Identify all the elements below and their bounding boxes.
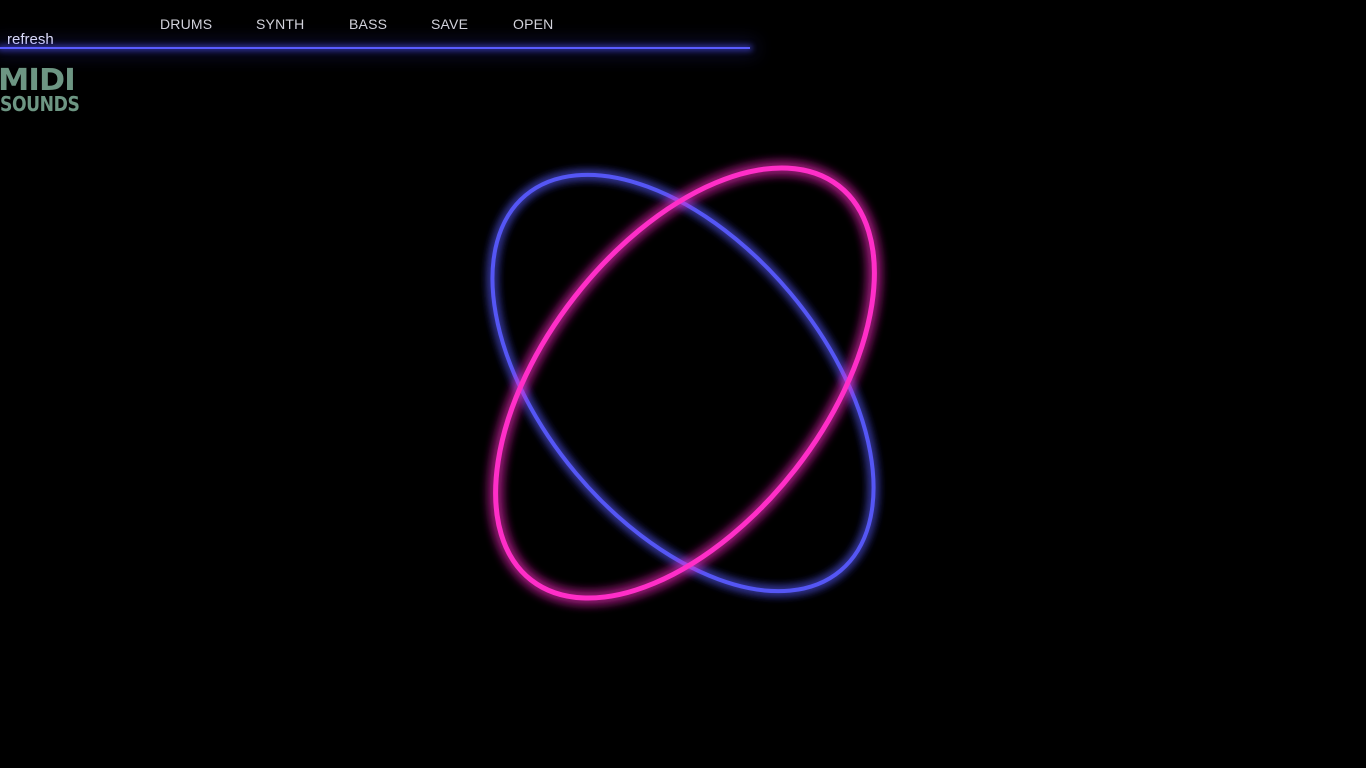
orbit-pink-icon bbox=[493, 165, 877, 601]
orbit-blue-icon bbox=[490, 172, 876, 594]
orbit-visualizer bbox=[490, 165, 877, 601]
visualizer-stage: DRUMS SYNTH BASS SAVE OPEN refresh MIDI … bbox=[0, 0, 1366, 768]
